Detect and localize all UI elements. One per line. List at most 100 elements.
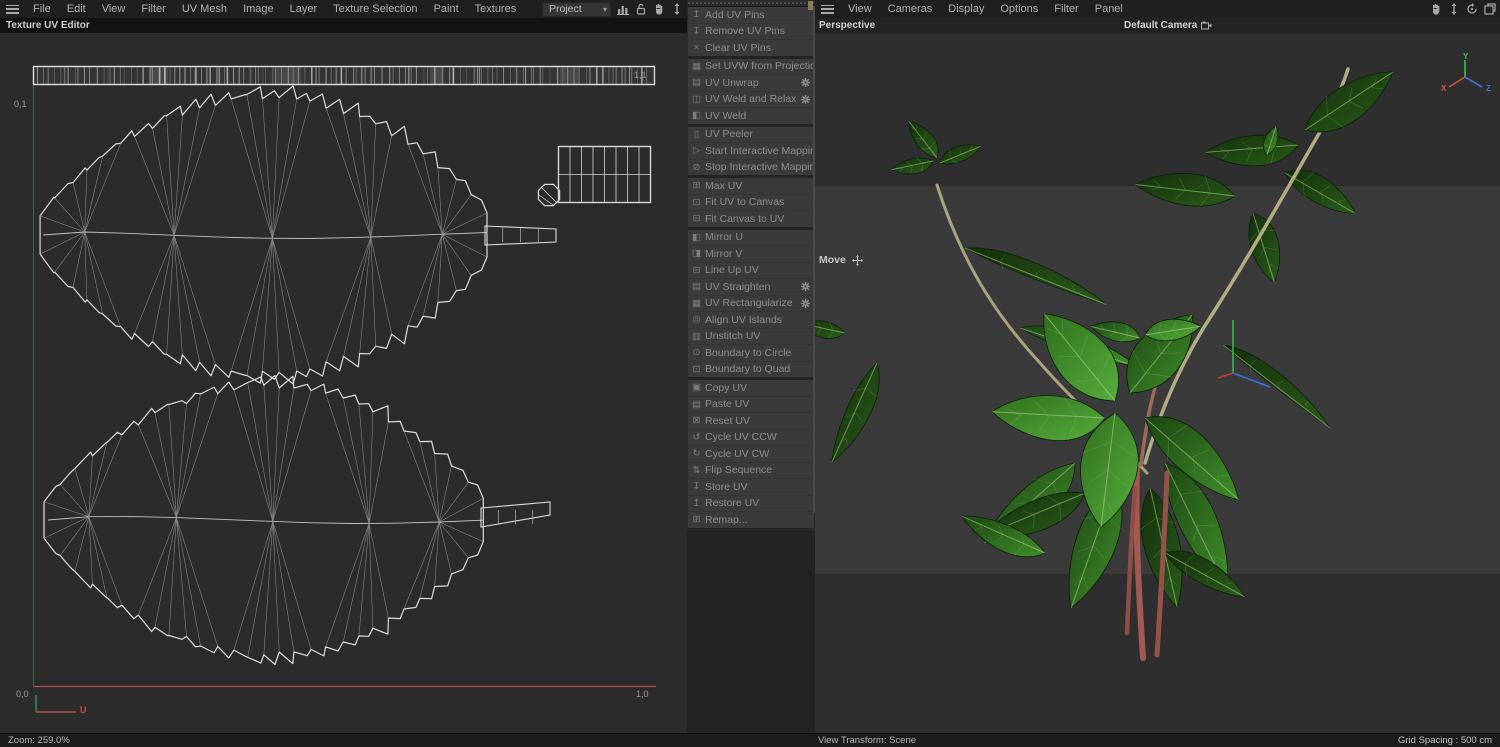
projection-icon: ▦ (692, 60, 701, 72)
zoom-status: Zoom: 259.0% (8, 735, 70, 746)
palette-item-label: UV Straighten (705, 280, 771, 293)
palette-group: ▣ Copy UV ▤ Paste UV ⊠ Reset UV ↺ Cycle UV CCW ↻… (688, 380, 814, 529)
application-window: File Edit View Filter UV Mesh Image Layer Textu… (0, 0, 1500, 747)
menu-uv-mesh[interactable]: UV Mesh (174, 0, 235, 18)
menu-layer[interactable]: Layer (282, 0, 326, 18)
weld-icon: ◧ (692, 110, 701, 122)
maximize-view-icon[interactable] (1483, 3, 1496, 16)
uv-corner-1-0: 1,0 (636, 689, 649, 699)
menu-texture-selection[interactable]: Texture Selection (325, 0, 425, 18)
uv-corner-0-0: 0,0 (16, 689, 29, 699)
viewport-3d[interactable]: Move Y X Z (815, 33, 1500, 733)
palette-item-fit-canvas-to-uv[interactable]: ⊟ Fit Canvas to UV (688, 211, 814, 227)
palette-item-label: UV Weld and Relax (705, 93, 797, 106)
palette-item-cycle-uv-ccw[interactable]: ↺ Cycle UV CCW (688, 430, 814, 446)
palette-item-uv-unwrap[interactable]: ▤ UV Unwrap (688, 75, 814, 92)
uv-canvas[interactable]: 0,1 1,1 0,0 1,0 U (0, 33, 687, 733)
panel-menu-icon[interactable] (821, 4, 834, 14)
palette-item-unstitch-uv[interactable]: ▥ Unstitch UV (688, 329, 814, 345)
mint-plant-model[interactable] (815, 33, 1500, 733)
view-menu-cameras[interactable]: Cameras (880, 0, 941, 18)
menu-paint[interactable]: Paint (426, 0, 467, 18)
palette-item-line-up-uv[interactable]: ⊟ Line Up UV (688, 263, 814, 279)
camera-selector[interactable]: Default Camera (1124, 18, 1212, 33)
menu-image[interactable]: Image (235, 0, 282, 18)
palette-item-clear-uv-pins[interactable]: × Clear UV Pins (688, 40, 814, 56)
palette-item-uv-straighten[interactable]: ▤ UV Straighten (688, 279, 814, 296)
mint-leaf (1134, 173, 1236, 208)
gear-icon[interactable] (801, 94, 811, 104)
palette-item-remove-uv-pins[interactable]: ↧ Remove UV Pins (688, 24, 814, 40)
palette-item-label: Boundary to Quad (705, 363, 791, 376)
palette-item-boundary-to-circle[interactable]: ⊙ Boundary to Circle (688, 345, 814, 362)
gear-icon[interactable] (801, 78, 810, 88)
palette-item-uv-rectangularize[interactable]: ▦ UV Rectangularize (688, 296, 814, 312)
palette-group: ▯ UV Peeler ▷ Start Interactive Mapping ⊘ Sto… (688, 127, 822, 178)
palette-item-set-uvw-from-projection[interactable]: ▦ Set UVW from Projection (688, 59, 836, 75)
palette-item-label: Paste UV (705, 398, 750, 411)
hand-icon[interactable] (652, 3, 665, 16)
rotate-view-icon[interactable] (1465, 3, 1478, 16)
menu-view[interactable]: View (94, 0, 134, 18)
palette-item-cycle-uv-cw[interactable]: ↻ Cycle UV CW (688, 446, 814, 463)
view-menu-view[interactable]: View (840, 0, 880, 18)
fit-uv-icon: ⊡ (692, 196, 701, 208)
viewport-menubar: View Cameras Display Options Filter Panel (815, 0, 1500, 19)
lock-icon[interactable] (634, 3, 647, 16)
palette-item-mirror-v[interactable]: ◨ Mirror V (688, 246, 814, 263)
view-menu-options[interactable]: Options (992, 0, 1046, 18)
view-label: Perspective (819, 20, 876, 31)
palette-item-remap[interactable]: ⊞ Remap... (688, 512, 814, 528)
palette-item-flip-sequence[interactable]: ⇅ Flip Sequence (688, 463, 814, 479)
view-menu-filter[interactable]: Filter (1046, 0, 1086, 18)
cycle-cw-icon: ↻ (692, 448, 701, 460)
uv-editor-pane: File Edit View Filter UV Mesh Image Layer Textu… (0, 0, 687, 733)
palette-item-stop-interactive-mapping[interactable]: ⊘ Stop Interactive Mapping (688, 160, 822, 176)
palette-item-start-interactive-mapping[interactable]: ▷ Start Interactive Mapping (688, 143, 822, 160)
palette-item-uv-weld-and-relax[interactable]: ◫ UV Weld and Relax (688, 92, 814, 108)
palette-item-copy-uv[interactable]: ▣ Copy UV (688, 380, 814, 397)
project-dropdown[interactable]: Project ▾ (542, 1, 611, 17)
svg-text:X: X (1441, 84, 1447, 93)
palette-item-add-uv-pins[interactable]: ↥ Add UV Pins (688, 7, 814, 24)
palette-item-align-uv-islands[interactable]: ◎ Align UV Islands (688, 312, 814, 329)
mint-leaf (991, 395, 1106, 442)
palette-item-label: Boundary to Circle (705, 346, 792, 359)
palette-item-label: Clear UV Pins (705, 41, 771, 54)
palette-item-boundary-to-quad[interactable]: ⊡ Boundary to Quad (688, 362, 814, 378)
palette-item-label: Remap... (705, 513, 748, 526)
uv-corner-0-1: 0,1 (14, 99, 27, 109)
hand-icon[interactable] (1429, 3, 1442, 16)
pan-vertical-icon[interactable] (670, 3, 683, 16)
menu-file[interactable]: File (25, 0, 59, 18)
histogram-icon[interactable] (616, 3, 629, 16)
palette-item-uv-weld[interactable]: ◧ UV Weld (688, 108, 814, 124)
palette-item-max-uv[interactable]: ⊞ Max UV (688, 178, 814, 195)
mint-leaf (890, 157, 934, 175)
palette-item-paste-uv[interactable]: ▤ Paste UV (688, 397, 814, 413)
palette-item-label: Start Interactive Mapping (705, 144, 822, 157)
palette-item-restore-uv[interactable]: ↥ Restore UV (688, 496, 814, 512)
palette-item-fit-uv-to-canvas[interactable]: ⊡ Fit UV to Canvas (688, 195, 814, 211)
palette-grip[interactable] (687, 0, 815, 10)
view-menu-panel[interactable]: Panel (1087, 0, 1131, 18)
palette-item-uv-peeler[interactable]: ▯ UV Peeler (688, 127, 814, 143)
move-tool-icon (851, 254, 863, 266)
menu-textures[interactable]: Textures (467, 0, 525, 18)
palette-item-store-uv[interactable]: ↧ Store UV (688, 479, 814, 496)
pan-vertical-icon[interactable] (1447, 3, 1460, 16)
palette-item-reset-uv[interactable]: ⊠ Reset UV (688, 413, 814, 430)
menu-edit[interactable]: Edit (59, 0, 94, 18)
gear-icon[interactable] (801, 298, 810, 308)
lineup-icon: ⊟ (692, 264, 701, 276)
palette-item-label: Max UV (705, 179, 743, 192)
boundary-circle-icon: ⊙ (692, 347, 701, 359)
panel-menu-icon[interactable] (6, 4, 19, 14)
tool-name: Move (819, 254, 846, 266)
gear-icon[interactable] (801, 282, 810, 292)
menu-filter[interactable]: Filter (133, 0, 173, 18)
palette-item-label: UV Unwrap (705, 76, 759, 89)
view-menu-display[interactable]: Display (940, 0, 992, 18)
palette-item-mirror-u[interactable]: ◧ Mirror U (688, 230, 814, 246)
axis-gizmo: Y X Z (1441, 53, 1491, 93)
